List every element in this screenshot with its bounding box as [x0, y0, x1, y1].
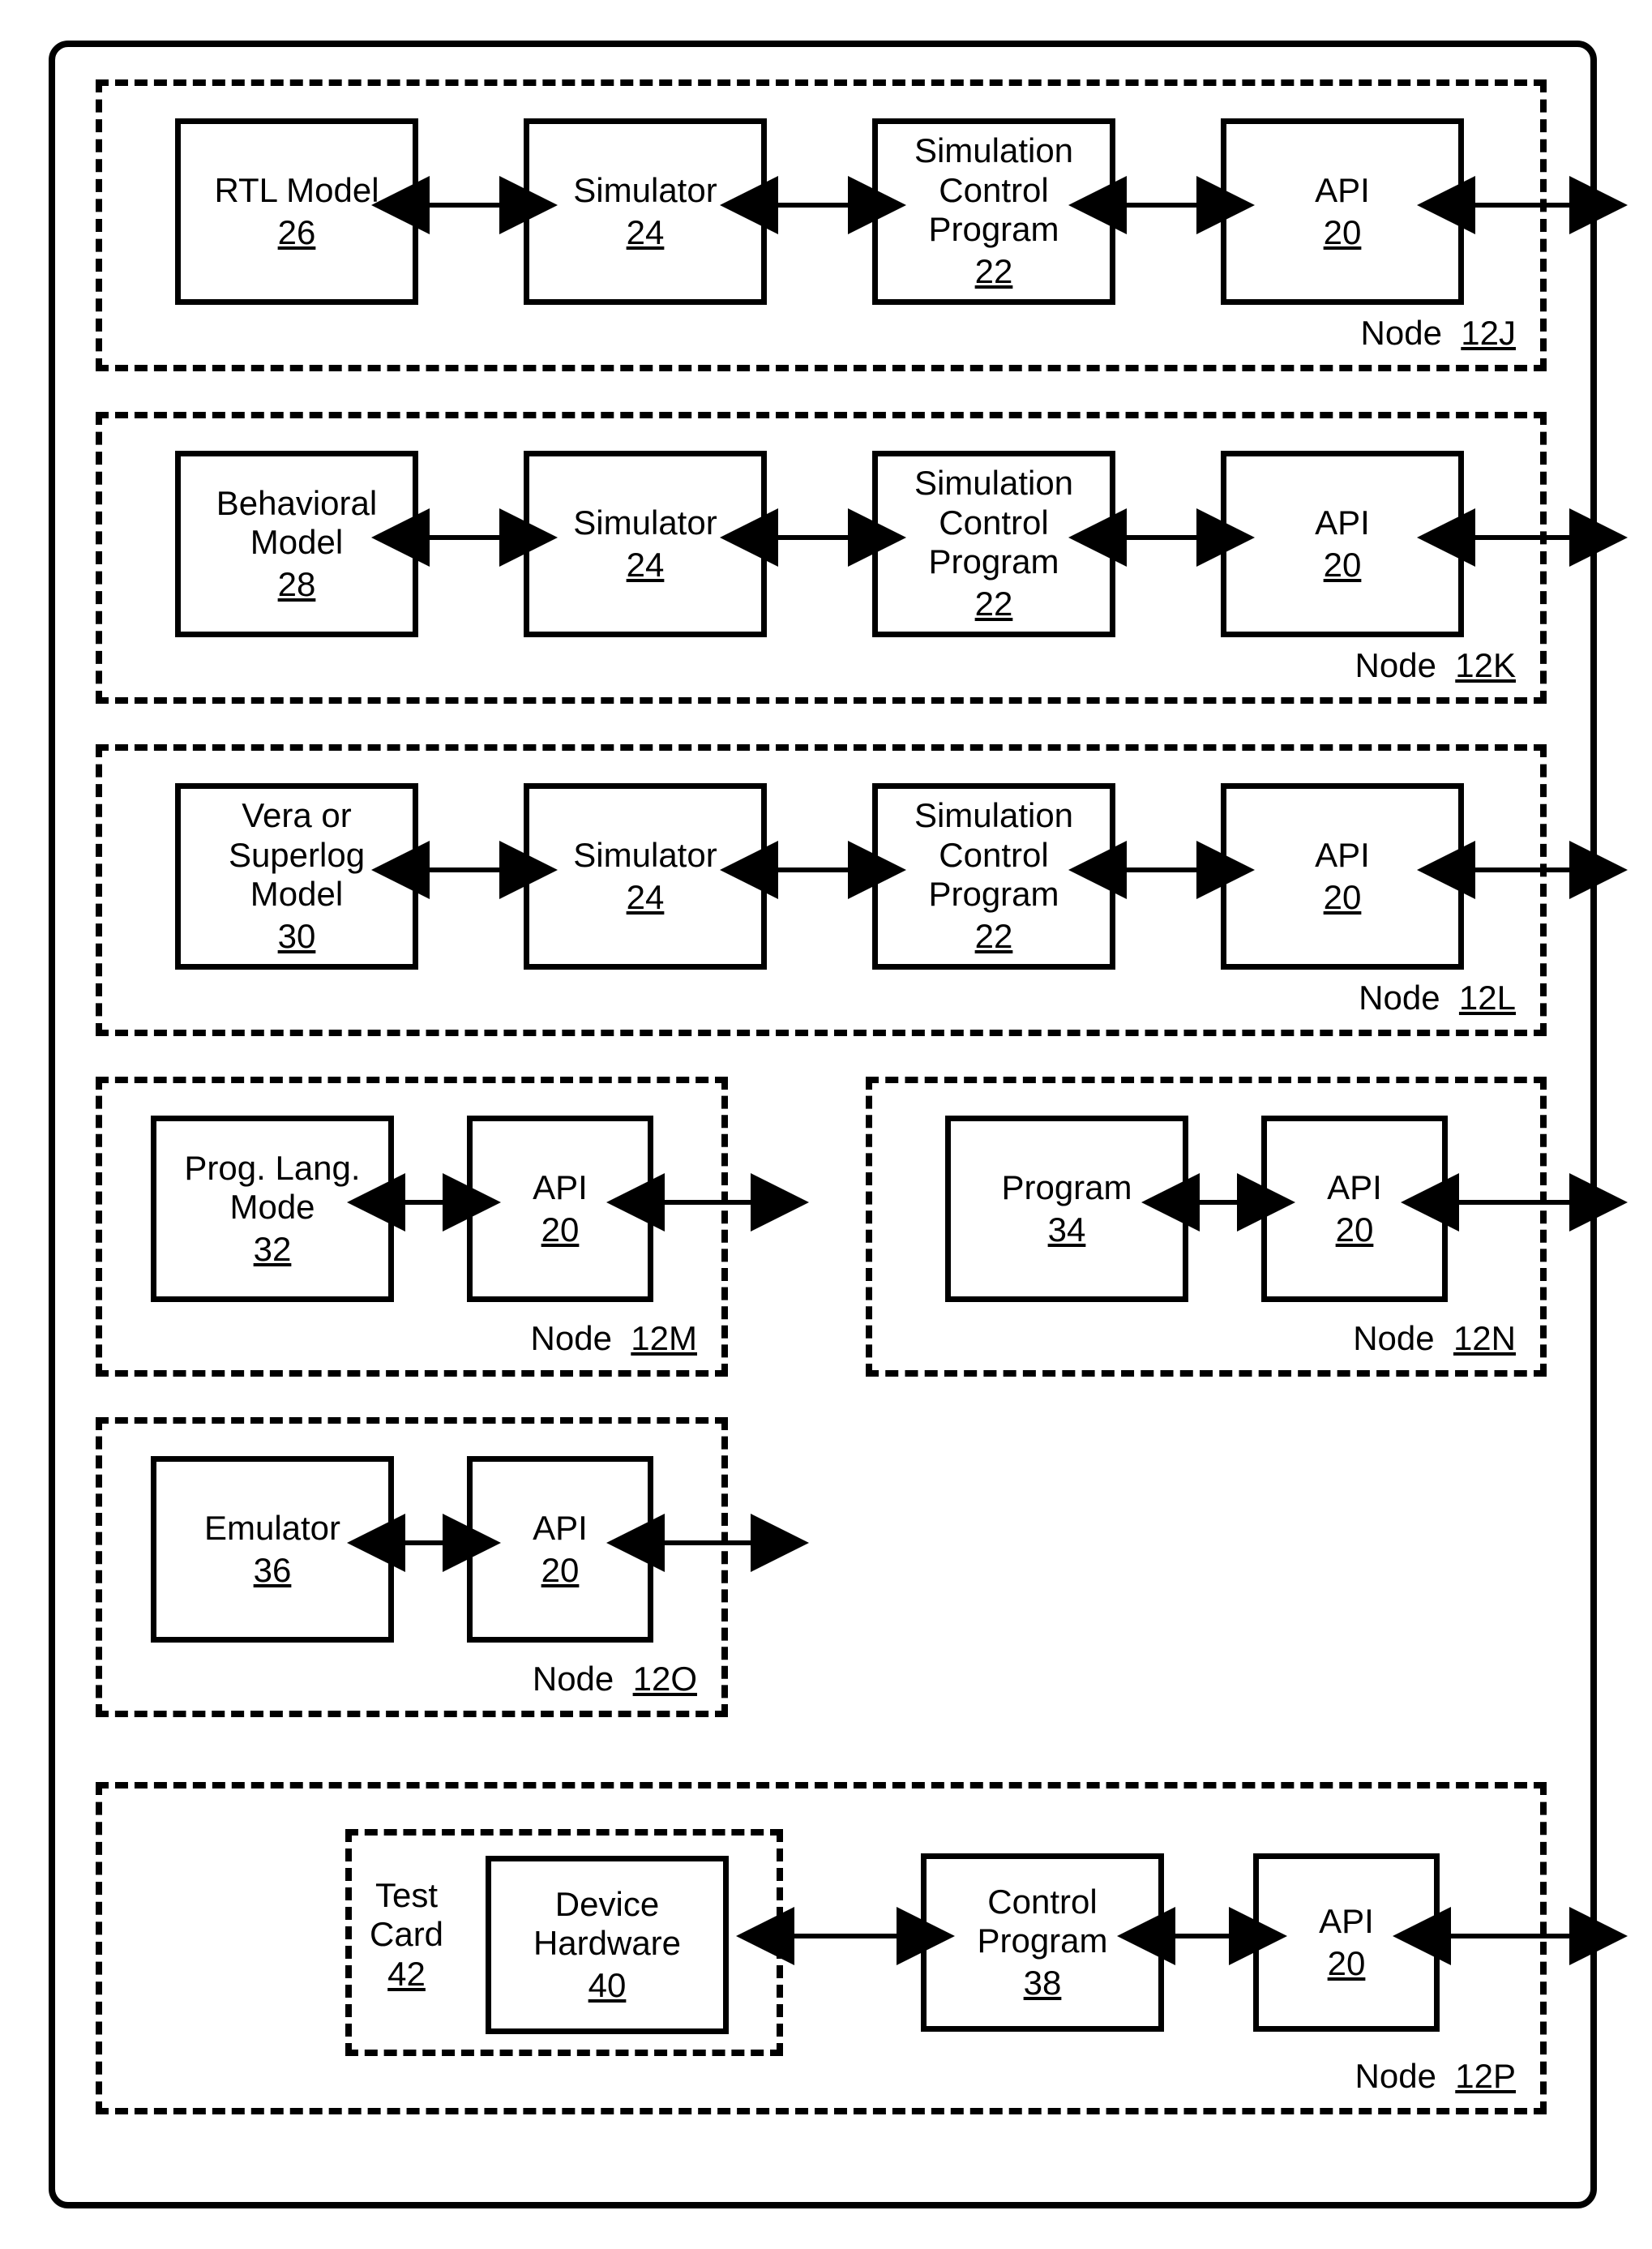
diagram-frame: RTL Model 26 Simulator 24 Simulation Con… [49, 41, 1597, 2208]
arrows-layer [55, 47, 1590, 2202]
